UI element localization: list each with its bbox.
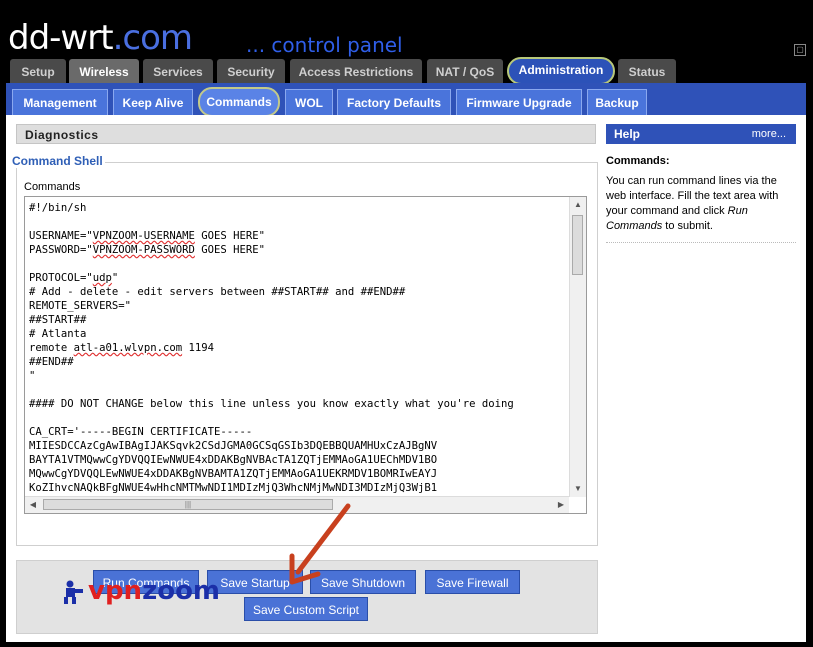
tab-administration[interactable]: Administration (507, 57, 615, 85)
vertical-scrollbar[interactable]: ▲ ▼ (569, 197, 586, 497)
command-shell-legend: Command Shell (10, 154, 105, 168)
tab-security[interactable]: Security (217, 59, 285, 83)
vpnzoom-logo-icon (64, 580, 83, 604)
subtab-firmware-upgrade[interactable]: Firmware Upgrade (456, 89, 582, 115)
commands-label: Commands (24, 181, 81, 193)
help-divider (606, 242, 796, 243)
subtab-factory-defaults[interactable]: Factory Defaults (337, 89, 451, 115)
help-text: You can run command lines via the web in… (606, 175, 779, 232)
section-title: Diagnostics (16, 124, 596, 144)
subtab-commands[interactable]: Commands (198, 87, 280, 117)
ddwrt-logo: dd-wrt.com (8, 18, 193, 58)
help-title: Help (614, 127, 641, 141)
subtab-keep-alive[interactable]: Keep Alive (113, 89, 193, 115)
vertical-scroll-thumb[interactable] (572, 215, 583, 275)
help-heading: Commands: (606, 155, 670, 167)
commands-textarea-content[interactable]: #!/bin/sh USERNAME="VPNZOOM-USERNAME GOE… (29, 201, 567, 495)
scroll-down-icon[interactable]: ▼ (570, 481, 586, 497)
subtab-backup[interactable]: Backup (587, 89, 647, 115)
vpnzoom-watermark: vpnzoom (62, 574, 220, 608)
control-panel-tagline: ... control panel (246, 33, 403, 57)
commands-textarea[interactable]: #!/bin/sh USERNAME="VPNZOOM-USERNAME GOE… (24, 196, 587, 514)
save-custom-script-button[interactable]: Save Custom Script (244, 597, 368, 621)
tab-status[interactable]: Status (618, 59, 676, 83)
tab-setup[interactable]: Setup (10, 59, 66, 83)
tab-nat-qos[interactable]: NAT / QoS (427, 59, 503, 83)
tab-services[interactable]: Services (143, 59, 213, 83)
annotation-arrow-icon (289, 503, 351, 585)
subtab-management[interactable]: Management (12, 89, 108, 115)
save-firewall-button[interactable]: Save Firewall (425, 570, 520, 594)
scroll-left-icon[interactable]: ◀ (25, 497, 41, 513)
restore-window-icon[interactable]: ▢ (794, 44, 806, 56)
help-more-link[interactable]: more... (752, 124, 786, 144)
scroll-up-icon[interactable]: ▲ (570, 197, 586, 213)
scroll-right-icon[interactable]: ▶ (553, 497, 569, 513)
tab-wireless[interactable]: Wireless (69, 59, 139, 83)
subtab-wol[interactable]: WOL (285, 89, 333, 115)
help-header: Help more... (606, 124, 796, 144)
tab-access-restrictions[interactable]: Access Restrictions (290, 59, 422, 83)
